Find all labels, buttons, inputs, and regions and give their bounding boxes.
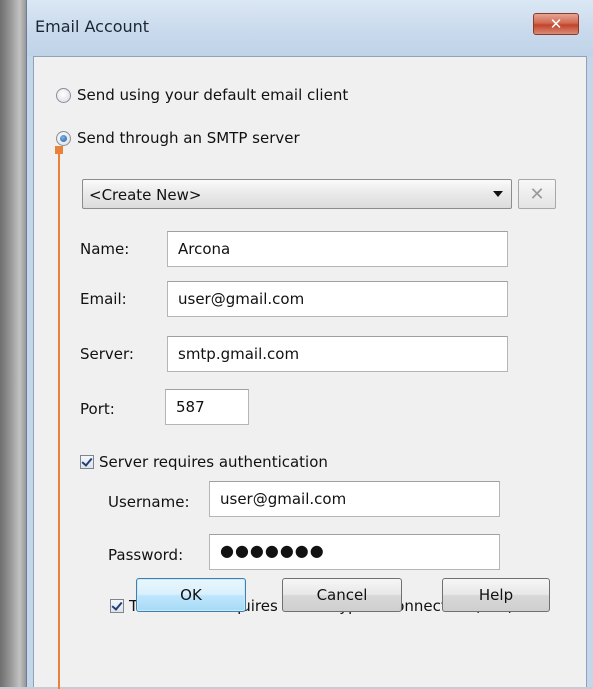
email-field[interactable]: user@gmail.com bbox=[167, 281, 508, 317]
delete-account-button[interactable]: ✕ bbox=[518, 179, 556, 209]
dialog-body: Send using your default email client Sen… bbox=[33, 56, 587, 689]
default-client-label: Send using your default email client bbox=[77, 86, 349, 104]
port-field[interactable]: 587 bbox=[165, 389, 249, 425]
email-label: Email: bbox=[80, 290, 127, 308]
name-field[interactable]: Arcona bbox=[167, 231, 508, 267]
server-field[interactable]: smtp.gmail.com bbox=[167, 336, 508, 372]
delete-icon: ✕ bbox=[529, 183, 545, 205]
email-account-dialog: Email Account ✕ Send using your default … bbox=[26, 0, 593, 689]
server-label: Server: bbox=[80, 345, 134, 363]
account-select-value: <Create New> bbox=[89, 186, 202, 204]
title-bar[interactable]: Email Account ✕ bbox=[27, 0, 593, 56]
ssl-checkbox[interactable] bbox=[110, 599, 124, 613]
cancel-button[interactable]: Cancel bbox=[282, 578, 402, 612]
username-label: Username: bbox=[108, 493, 190, 511]
smtp-label: Send through an SMTP server bbox=[77, 129, 300, 147]
help-button[interactable]: Help bbox=[442, 578, 550, 612]
close-icon: ✕ bbox=[549, 14, 563, 33]
password-label: Password: bbox=[108, 546, 184, 564]
port-label: Port: bbox=[80, 400, 115, 418]
smtp-radio[interactable] bbox=[56, 130, 71, 146]
account-select[interactable]: <Create New> bbox=[82, 179, 512, 209]
username-field[interactable]: user@gmail.com bbox=[209, 481, 500, 517]
chevron-down-icon bbox=[493, 191, 503, 197]
background-edge bbox=[0, 0, 28, 687]
default-client-option[interactable]: Send using your default email client bbox=[56, 86, 348, 104]
requires-auth-checkbox[interactable] bbox=[80, 455, 94, 469]
smtp-option[interactable]: Send through an SMTP server bbox=[56, 129, 300, 147]
annotation-line bbox=[58, 149, 60, 689]
requires-auth-label: Server requires authentication bbox=[99, 453, 328, 471]
close-button[interactable]: ✕ bbox=[533, 13, 579, 35]
requires-auth-option[interactable]: Server requires authentication bbox=[80, 453, 328, 471]
dialog-title: Email Account bbox=[35, 17, 150, 36]
ok-button[interactable]: OK bbox=[136, 578, 246, 612]
password-field[interactable]: ●●●●●●● bbox=[209, 534, 500, 570]
default-client-radio[interactable] bbox=[56, 87, 71, 103]
name-label: Name: bbox=[80, 240, 130, 258]
